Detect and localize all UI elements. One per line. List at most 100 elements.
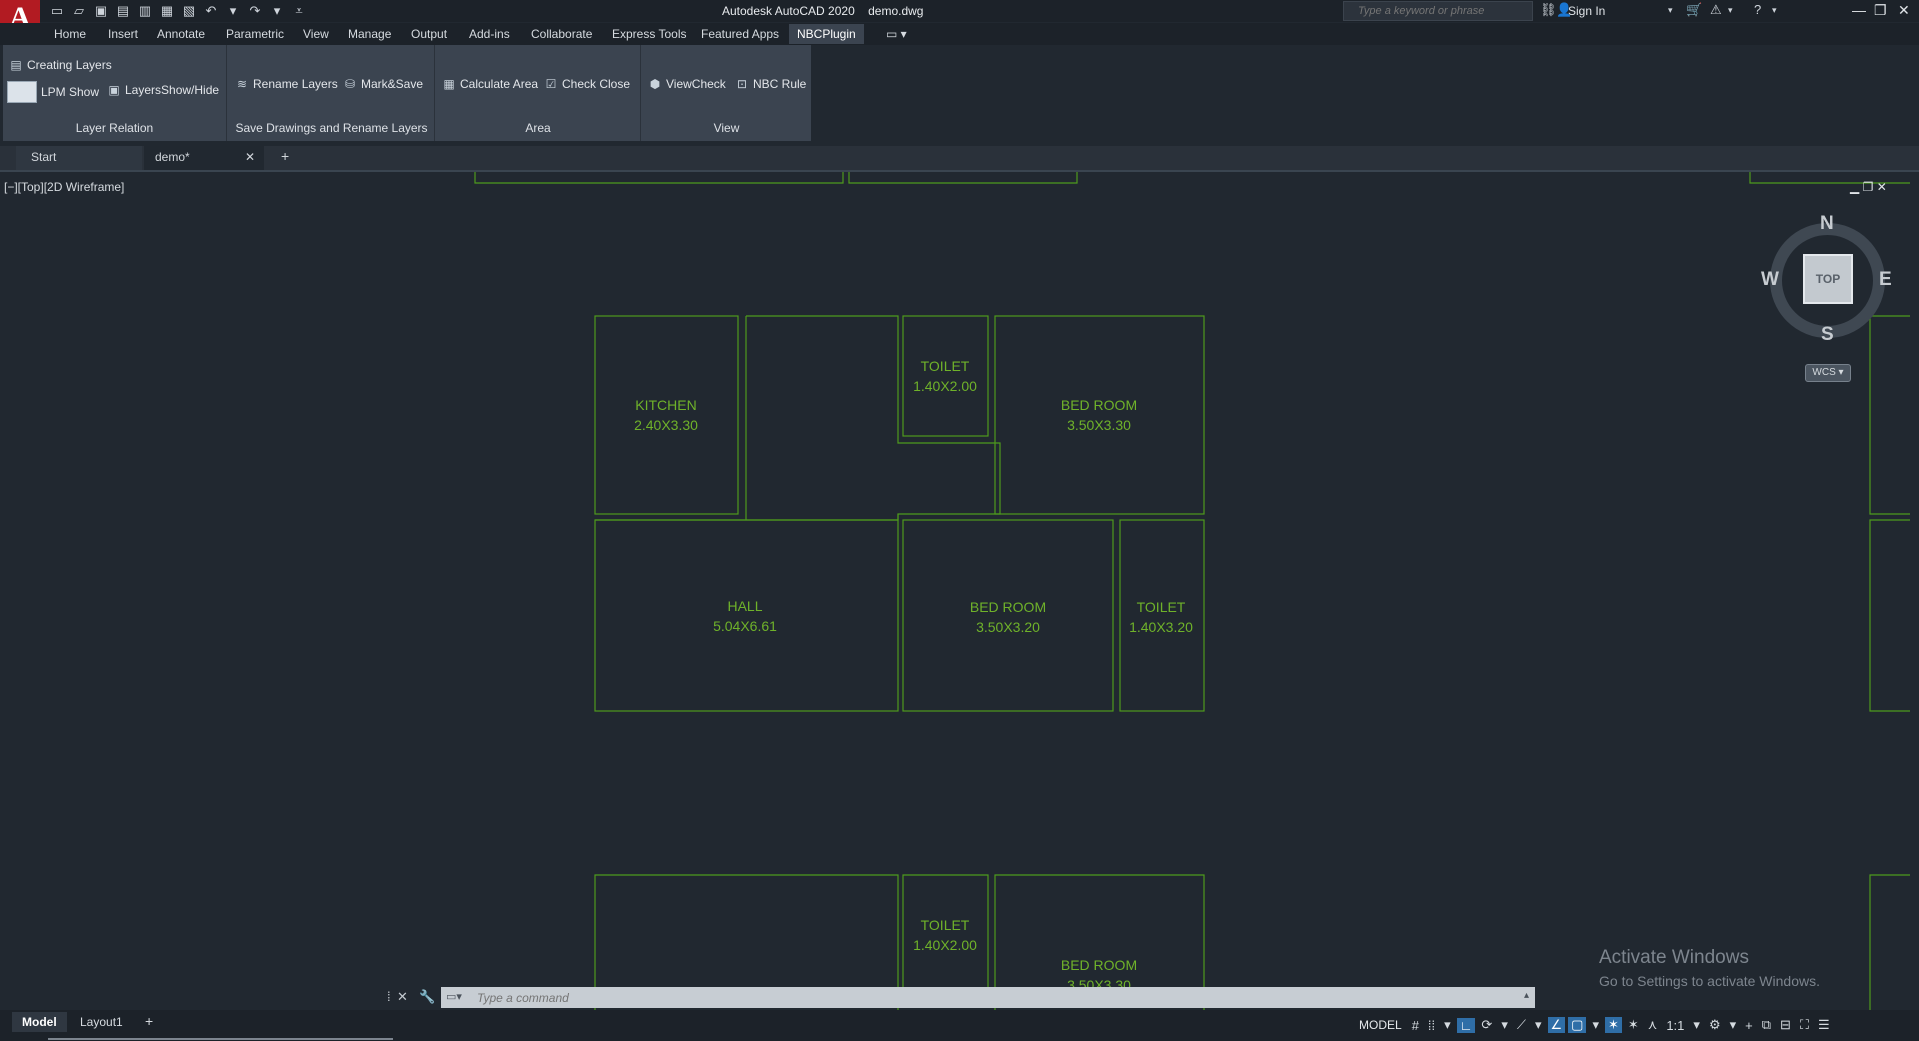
tab-model[interactable]: Model (12, 1012, 67, 1032)
tab-home[interactable]: Home (54, 27, 86, 41)
wall (848, 172, 1078, 184)
layers-show-hide-button[interactable]: ▣ LayersShow/Hide (107, 83, 219, 97)
command-history-icon[interactable]: ▭▾ (446, 990, 462, 1003)
open-web-icon[interactable]: ▥ (136, 2, 154, 20)
customize-qat-icon[interactable]: ⩡ (290, 2, 308, 20)
undo-dropdown-icon[interactable]: ▾ (224, 2, 242, 20)
new-tab-icon[interactable]: + (281, 148, 289, 164)
search-input[interactable] (1358, 5, 1518, 17)
redo-dropdown-icon[interactable]: ▾ (268, 2, 286, 20)
tab-parametric[interactable]: Parametric (226, 27, 284, 41)
annotation-scale-icon[interactable]: ⋏ (1645, 1017, 1661, 1033)
tab-nbcplugin[interactable]: NBCPlugin (789, 24, 864, 44)
tab-output[interactable]: Output (411, 27, 447, 41)
quick-properties-icon[interactable]: ⊟ (1777, 1017, 1794, 1033)
tab-annotate[interactable]: Annotate (157, 27, 205, 41)
file-tab-start[interactable]: Start (31, 150, 56, 164)
annotation-visibility-icon[interactable]: ✶ (1604, 1017, 1622, 1033)
tab-view[interactable]: View (303, 27, 329, 41)
restore-icon[interactable]: ❐ (1874, 2, 1887, 19)
compass-south[interactable]: S (1821, 324, 1834, 346)
command-box[interactable]: ▭▾ ▴ (441, 987, 1535, 1008)
autodesk-app-icon[interactable]: ⚠ (1710, 2, 1722, 18)
new-icon[interactable]: ▭ (48, 2, 66, 20)
viewport-restore-icon[interactable]: ❐ (1863, 180, 1874, 194)
tab-layout1[interactable]: Layout1 (70, 1012, 133, 1032)
grid-icon[interactable]: # (1409, 1018, 1422, 1033)
redo-icon[interactable]: ↷ (246, 2, 264, 20)
auto-scale-icon[interactable]: ✶ (1625, 1017, 1642, 1033)
tab-express-tools[interactable]: Express Tools (612, 27, 686, 41)
customization-menu-icon[interactable]: ☰ (1815, 1017, 1833, 1033)
save-web-icon[interactable]: ▦ (158, 2, 176, 20)
tab-insert[interactable]: Insert (108, 27, 138, 41)
grip-icon[interactable]: ⁞ (387, 989, 391, 1004)
compass-east[interactable]: E (1879, 269, 1892, 291)
annotation-monitor-icon[interactable]: + (1742, 1018, 1756, 1033)
drawing-canvas[interactable]: KITCHEN 2.40X3.30 TOILET 1.40X2.00 BED R… (0, 172, 1919, 1010)
tab-collaborate[interactable]: Collaborate (531, 27, 592, 41)
clean-screen-icon[interactable]: ⛶ (1797, 1017, 1812, 1033)
tab-manage[interactable]: Manage (348, 27, 391, 41)
binoculars-icon[interactable]: ⛓ (1540, 2, 1557, 18)
save-as-icon[interactable]: ▤ (114, 2, 132, 20)
search-box[interactable] (1343, 1, 1533, 21)
signin-dropdown-icon[interactable]: ▾ (1668, 5, 1673, 16)
scale-dropdown-icon[interactable]: ▾ (1690, 1017, 1703, 1033)
tab-featured-apps[interactable]: Featured Apps (701, 27, 779, 41)
tab-add-ins[interactable]: Add-ins (469, 27, 510, 41)
open-icon[interactable]: ▱ (70, 2, 88, 20)
wcs-menu[interactable]: WCS ▾ (1805, 364, 1851, 382)
compass-north[interactable]: N (1820, 213, 1834, 235)
object-snap-icon[interactable]: ▢ (1568, 1017, 1587, 1033)
isodraft-dropdown-icon[interactable]: ▾ (1532, 1017, 1545, 1033)
calculate-area-button[interactable]: ▦ Calculate Area (442, 77, 538, 91)
model-space-button[interactable]: MODEL (1355, 1018, 1406, 1032)
snap-icon[interactable]: ⁞⁞ (1425, 1018, 1438, 1033)
command-expand-icon[interactable]: ▴ (1524, 990, 1529, 1001)
workspace-gear-icon[interactable]: ⚙ (1706, 1017, 1724, 1033)
close-tab-icon[interactable]: ✕ (245, 150, 255, 164)
undo-icon[interactable]: ↶ (202, 2, 220, 20)
plot-icon[interactable]: ▧ (180, 2, 198, 20)
minimize-icon[interactable]: — (1852, 2, 1866, 18)
object-snap-tracking-icon[interactable]: ∠ (1547, 1017, 1566, 1033)
cart-icon[interactable]: 🛒 (1686, 2, 1702, 18)
creating-layers-button[interactable]: ▤ Creating Layers (9, 58, 111, 72)
check-close-button[interactable]: ☑ Check Close (544, 77, 630, 91)
nbc-rule-button[interactable]: ⊡ NBC Rule (735, 77, 806, 91)
viewcube-top-face[interactable]: TOP (1803, 254, 1853, 304)
add-layout-icon[interactable]: + (135, 1010, 163, 1032)
units-icon[interactable]: ⧉ (1759, 1017, 1774, 1033)
polar-icon[interactable]: ⟳ (1478, 1017, 1495, 1033)
annotation-scale-value[interactable]: 1:1 (1663, 1018, 1687, 1033)
help-icon[interactable]: ? (1754, 2, 1761, 17)
object-snap-dropdown-icon[interactable]: ▾ (1589, 1017, 1602, 1033)
rename-layers-button[interactable]: ≋ Rename Layers (235, 77, 338, 91)
polar-dropdown-icon[interactable]: ▾ (1498, 1017, 1511, 1033)
command-close-icon[interactable]: ✕ (397, 989, 408, 1005)
calculator-icon: ▦ (443, 77, 455, 91)
viewcube[interactable]: TOP N S E W (1760, 213, 1895, 348)
workspace-dropdown-icon[interactable]: ▾ (1727, 1017, 1740, 1033)
viewport-controls-label[interactable]: [−][Top][2D Wireframe] (4, 180, 124, 194)
command-customize-icon[interactable]: 🔧 (419, 989, 435, 1005)
isodraft-icon[interactable]: ⟋ (1514, 1017, 1529, 1033)
viewport-minimize-icon[interactable]: ▁ (1850, 180, 1859, 194)
command-line-handle[interactable]: ⁞ ✕ 🔧 (383, 987, 443, 1008)
file-tab-demo[interactable]: demo* (155, 150, 190, 164)
save-icon[interactable]: ▣ (92, 2, 110, 20)
sign-in-link[interactable]: Sign In (1568, 4, 1605, 18)
viewport-close-icon[interactable]: ✕ (1877, 180, 1887, 194)
command-input[interactable] (477, 989, 1477, 1006)
ortho-icon[interactable]: ∟ (1456, 1017, 1476, 1033)
mark-save-button[interactable]: ⛁ Mark&Save (343, 77, 423, 91)
compass-west[interactable]: W (1761, 269, 1779, 291)
help-dropdown-icon[interactable]: ▾ (1772, 5, 1777, 16)
snap-dropdown-icon[interactable]: ▾ (1441, 1017, 1454, 1033)
lpm-show-button[interactable]: LPM Show (7, 81, 99, 103)
ribbon-options-icon[interactable]: ▭ ▾ (886, 27, 907, 41)
close-icon[interactable]: ✕ (1898, 2, 1910, 19)
view-check-button[interactable]: ⬢ ViewCheck (648, 77, 726, 91)
app-dropdown-icon[interactable]: ▾ (1728, 5, 1733, 16)
